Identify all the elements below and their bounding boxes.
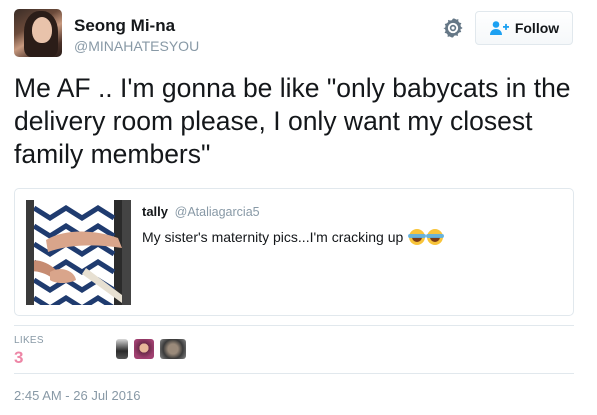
stats-top-divider [14, 325, 574, 326]
liker-avatar[interactable] [134, 339, 154, 359]
quoted-tweet-author[interactable]: tally @Ataliagarcia5 [142, 204, 260, 219]
quoted-tweet-thumbnail [26, 200, 131, 305]
likes-label: LIKES [14, 335, 44, 346]
likes-count[interactable]: 3 [14, 348, 23, 368]
quoted-tweet-handle: @Ataliagarcia5 [174, 205, 260, 219]
face-with-tears-of-joy-icon [426, 229, 445, 245]
quoted-tweet-text: My sister's maternity pics...I'm crackin… [142, 229, 404, 245]
gear-icon[interactable] [442, 17, 464, 39]
follow-button-label: Follow [514, 20, 560, 36]
quoted-tweet-name: tally [142, 204, 169, 219]
tweet-text: Me AF .. I'm gonna be like "only babycat… [14, 73, 571, 169]
liker-avatar[interactable] [160, 339, 186, 359]
stats-bottom-divider [14, 373, 574, 374]
avatar-face [32, 17, 52, 43]
add-user-icon [489, 21, 509, 35]
liker-avatar[interactable] [116, 339, 128, 359]
user-avatar[interactable] [14, 9, 62, 57]
tweet-timestamp[interactable]: 2:45 AM - 26 Jul 2016 [14, 388, 140, 403]
liker-avatars [116, 339, 186, 359]
face-with-tears-of-joy-icon [408, 229, 427, 245]
quoted-tweet-emojis [408, 229, 445, 245]
quoted-tweet-text-row: My sister's maternity pics...I'm crackin… [142, 229, 445, 245]
user-handle[interactable]: @MINAHATESYOU [74, 38, 199, 54]
follow-button[interactable]: Follow [475, 11, 573, 45]
quoted-tweet-card[interactable]: tally @Ataliagarcia5 My sister's materni… [14, 188, 574, 316]
user-name[interactable]: Seong Mi-na [74, 16, 175, 36]
